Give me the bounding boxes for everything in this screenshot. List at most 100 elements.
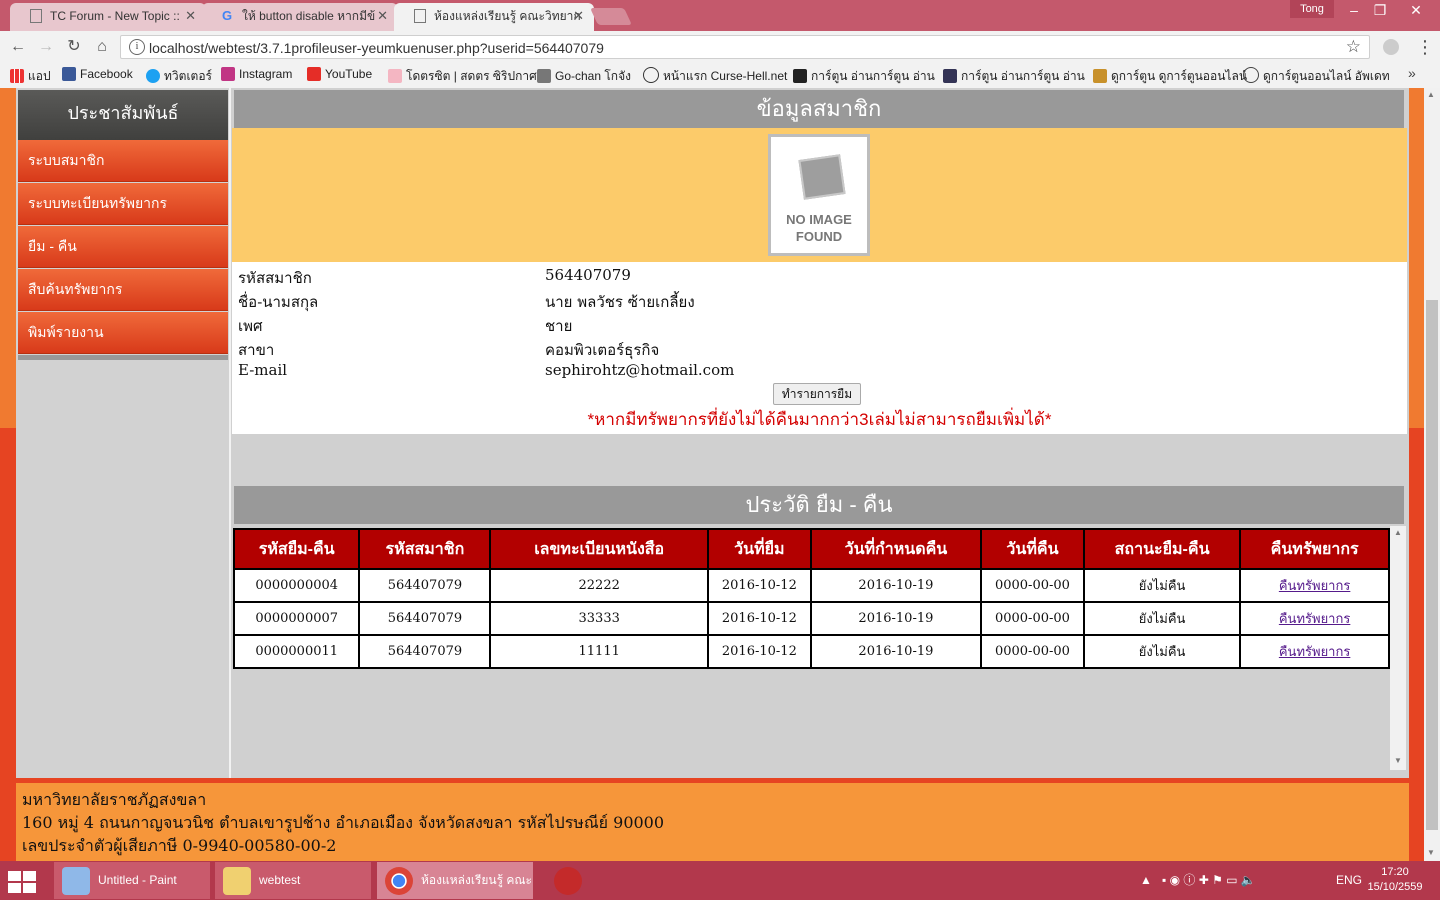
sidebar-item-resource-registry[interactable]: ระบบทะเบียนทรัพยากร [18, 183, 228, 225]
apps-icon [10, 69, 24, 83]
address-bar[interactable]: i localhost/webtest/3.7.1profileuser-yeu… [120, 35, 1370, 59]
column-header: วันที่ยืม [706, 528, 812, 570]
due-date-cell: 2016-10-19 [809, 568, 982, 603]
sidebar-item-borrow-return[interactable]: ยืม - คืน [18, 226, 228, 268]
return-resource-link[interactable]: คืนทรัพยากร [1279, 645, 1350, 660]
windows-start-icon[interactable] [8, 871, 38, 893]
back-icon[interactable]: ← [8, 37, 28, 57]
sidebar-shadow [18, 355, 228, 360]
scroll-up-icon[interactable]: ▲ [1394, 528, 1402, 537]
footer-tax-id: เลขประจำตัวผู้เสียภาษี 0-9940-00580-00-2 [22, 836, 337, 855]
chrome-menu-icon[interactable]: ⋮ [1416, 35, 1434, 59]
member-id-cell: 564407079 [358, 634, 492, 669]
bookmark-cartoon-2[interactable]: การ์ตูน อ่านการ์ตูน อ่าน [943, 67, 1085, 86]
bookmark-curse-hell[interactable]: หน้าแรก Curse-Hell.net [643, 67, 787, 86]
bookmark-facebook[interactable]: Facebook [62, 67, 133, 81]
input-language[interactable]: ENG [1336, 861, 1362, 900]
member-info-title: ข้อมูลสมาชิก [234, 90, 1404, 128]
taskbar-chrome[interactable]: ห้องแหล่งเรียนรู้ คณะ... [377, 862, 533, 899]
major-label: สาขา [238, 341, 275, 359]
bookmark-star-icon[interactable]: ☆ [1346, 37, 1361, 57]
tray-expand-icon[interactable]: ▲ [1140, 861, 1152, 900]
sidebar-item-member-system[interactable]: ระบบสมาชิก [18, 140, 228, 182]
return-resource-link[interactable]: คืนทรัพยากร [1279, 579, 1350, 594]
borrow-button[interactable]: ทำรายการยืม [773, 383, 861, 405]
wordpress-icon [1243, 67, 1259, 83]
column-header: เลขทะเบียนหนังสือ [489, 528, 709, 570]
system-clock[interactable]: 17:20 15/10/2559 [1365, 865, 1425, 895]
bookmark-cartoon-update[interactable]: ดูการ์ตูนออนไลน์ อัพเดท [1243, 67, 1390, 86]
youtube-icon [307, 67, 321, 81]
url-text: localhost/webtest/3.7.1profileuser-yeumk… [149, 40, 604, 56]
taskbar-app-pinned[interactable] [540, 862, 590, 899]
email-value: sephirohtz@hotmail.com [545, 361, 735, 379]
profile-button[interactable]: Tong [1290, 0, 1334, 18]
sidebar-title: ประชาสัมพันธ์ [18, 90, 228, 140]
bookmark-cartoon-online[interactable]: ดูการ์ตูน ดูการ์ตูนออนไลน์ [1093, 67, 1247, 86]
bookmark-apps[interactable]: แอป [10, 67, 51, 86]
tab-tc-forum[interactable]: TC Forum - New Topic :: ✕ [10, 3, 206, 31]
sidebar-item-print-report[interactable]: พิมพ์รายงาน [18, 312, 228, 354]
footer-address: 160 หมู่ 4 ถนนกาญจนวนิช ตำบลเขารูปช้าง อ… [22, 813, 665, 832]
tab-title: TC Forum - New Topic :: [50, 9, 180, 23]
bookmark-twitter[interactable]: ทวิตเตอร์ [146, 67, 212, 86]
reload-icon[interactable]: ↻ [64, 37, 84, 57]
scroll-up-icon[interactable]: ▲ [1427, 90, 1435, 99]
table-row: 0000000011 564407079 11111 2016-10-12 20… [232, 634, 1390, 669]
h-logo-icon [643, 67, 659, 83]
taskbar-paint[interactable]: Untitled - Paint [54, 862, 210, 899]
image-icon [537, 69, 551, 83]
full-name-label: ชื่อ-นามสกุล [238, 293, 319, 311]
clock-time: 17:20 [1381, 866, 1409, 878]
table-scrollbar[interactable]: ▲ ▼ [1390, 526, 1406, 770]
info-icon[interactable]: i [129, 39, 145, 55]
column-header: รหัสสมาชิก [358, 528, 492, 570]
bookmark-instagram[interactable]: Instagram [221, 67, 292, 81]
tray-icons[interactable]: ▪ ◉ ⓘ ✚ ⚑ ▭ 🔈 [1162, 861, 1256, 900]
close-icon[interactable]: ✕ [377, 3, 388, 29]
photo-icon [798, 154, 846, 200]
restore-icon[interactable]: ❐ [1364, 0, 1396, 22]
borrow-history-table: รหัสยืม-คืน รหัสสมาชิก เลขทะเบียนหนังสือ… [232, 528, 1390, 669]
member-id-value: 564407079 [545, 266, 631, 284]
due-date-cell: 2016-10-19 [809, 634, 982, 669]
page-scrollbar[interactable]: ▲ ▼ [1424, 88, 1440, 861]
return-resource-link[interactable]: คืนทรัพยากร [1279, 612, 1350, 627]
window-close-icon[interactable]: ✕ [1400, 0, 1432, 22]
bookmark-cartoon-1[interactable]: การ์ตูน อ่านการ์ตูน อ่าน [793, 67, 935, 86]
scroll-down-icon[interactable]: ▼ [1394, 756, 1402, 765]
bookmark-gochan[interactable]: Go-chan โกจัง [537, 67, 631, 86]
status-cell: ยังไม่คืน [1082, 634, 1242, 669]
scroll-down-icon[interactable]: ▼ [1427, 848, 1435, 857]
app-icon [554, 867, 582, 895]
bookmark-youtube[interactable]: YouTube [307, 67, 372, 81]
full-name-value: นาย พลวัชร ซ้ายเกลี้ยง [545, 293, 695, 311]
forward-icon[interactable]: → [36, 37, 56, 57]
scrollbar-thumb[interactable] [1426, 300, 1438, 830]
borrow-date-cell: 2016-10-12 [706, 568, 812, 603]
member-id-cell: 564407079 [358, 601, 492, 636]
page-frame: ประชาสัมพันธ์ ระบบสมาชิก ระบบทะเบียนทรัพ… [16, 88, 1409, 778]
sidebar-item-search-resources[interactable]: สืบค้นทรัพยากร [18, 269, 228, 311]
tab-google[interactable]: G ให้ button disable หากมีข้ ✕ [202, 3, 398, 31]
borrow-limit-warning: *หากมีทรัพยากรที่ยังไม่ได้คืนมากกว่า3เล่… [587, 410, 1052, 429]
column-header: คืนทรัพยากร [1239, 528, 1390, 570]
return-cell: คืนทรัพยากร [1239, 634, 1390, 669]
bookmarks-bar: แอป Facebook ทวิตเตอร์ Instagram YouTube… [0, 63, 1440, 87]
home-icon[interactable]: ⌂ [92, 37, 112, 57]
column-header: รหัสยืม-คืน [232, 528, 361, 570]
chrome-icon [385, 867, 413, 895]
bookmark-dotrsit[interactable]: โดตรซิต | สดตร ซิริปกาศ [388, 67, 537, 86]
tab-library-active[interactable]: ห้องแหล่งเรียนรู้ คณะวิทยาก ✕ [394, 3, 594, 31]
due-date-cell: 2016-10-19 [809, 601, 982, 636]
new-tab-button[interactable] [590, 8, 632, 25]
extension-icon[interactable] [1383, 39, 1399, 55]
m-logo-icon [943, 69, 957, 83]
paint-icon [62, 867, 90, 895]
profile-photo-area: NO IMAGE FOUND [232, 128, 1407, 262]
taskbar-webtest-folder[interactable]: webtest [215, 862, 371, 899]
bookmarks-more-icon[interactable]: » [1408, 65, 1416, 81]
return-date-cell: 0000-00-00 [979, 601, 1085, 636]
close-icon[interactable]: ✕ [185, 3, 196, 29]
close-icon[interactable]: ✕ [573, 3, 584, 29]
